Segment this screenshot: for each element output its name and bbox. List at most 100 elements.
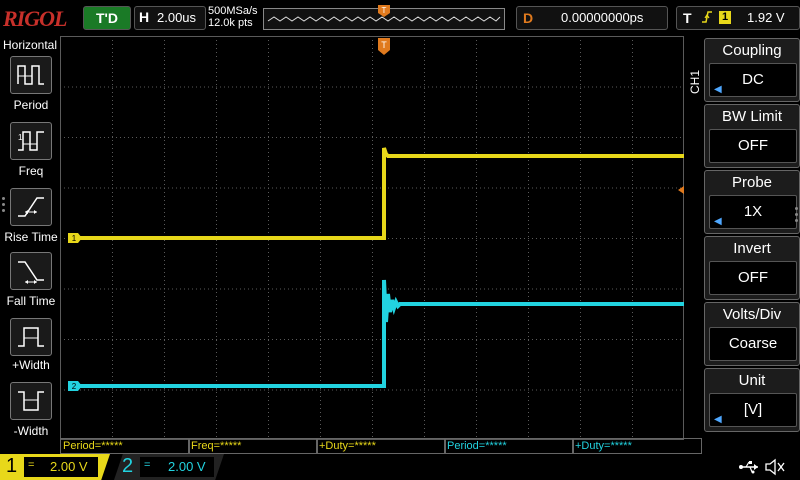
grid-dot — [548, 288, 549, 290]
grid-dot — [164, 144, 165, 145]
coupling-menu-item[interactable]: Coupling ◀ DC — [704, 38, 800, 102]
grid-dot — [216, 92, 217, 93]
grid-dot — [620, 187, 621, 189]
meas-ch1-period[interactable]: Period=***** — [60, 438, 190, 454]
grid-dot — [528, 240, 529, 241]
grid-dot — [372, 400, 373, 401]
trigger-readout[interactable]: T 1 1.92 V — [676, 6, 800, 30]
trigger-level-marker[interactable] — [678, 186, 684, 194]
unit-menu-item[interactable]: Unit ◀ [V] — [704, 368, 800, 432]
grid-dot — [468, 238, 469, 239]
grid-dot — [600, 339, 601, 340]
grid-dot — [112, 164, 113, 165]
bw-limit-menu-item[interactable]: BW Limit OFF — [704, 104, 800, 168]
grid-dot — [480, 238, 481, 239]
grid-dot — [648, 238, 649, 239]
grid-dot — [424, 328, 425, 329]
grid-dot — [180, 86, 181, 88]
grid-dot — [424, 137, 425, 138]
grid-dot — [632, 108, 633, 109]
grid-dot — [180, 339, 181, 340]
grid-dot — [476, 424, 477, 425]
grid-dot — [264, 288, 265, 290]
meas-ch2-duty[interactable]: +Duty=***** — [572, 438, 702, 454]
grid-dot — [268, 44, 269, 45]
ch2-offset-marker[interactable]: 2 — [68, 381, 82, 391]
grid-dot — [424, 320, 425, 321]
grid-dot — [216, 80, 217, 81]
meas-ch1-duty[interactable]: +Duty=***** — [316, 438, 446, 454]
grid-dot — [216, 224, 217, 225]
probe-menu-item[interactable]: Probe ◀ 1X — [704, 170, 800, 234]
measure-positive-width-button[interactable] — [10, 318, 52, 356]
measure-rise-time-button[interactable] — [10, 188, 52, 226]
grid-dot — [448, 288, 449, 290]
grid-dot — [428, 238, 429, 239]
grid-dot — [216, 68, 217, 69]
grid-dot — [100, 137, 101, 138]
ch2-status[interactable]: 2 = 2.00 V — [114, 454, 224, 480]
grid-dot — [112, 320, 113, 321]
grid-dot — [364, 137, 365, 138]
grid-dot — [632, 384, 633, 385]
grid-dot — [216, 52, 217, 53]
grid-dot — [528, 308, 529, 309]
grid-dot — [532, 238, 533, 239]
horizontal-delay-readout[interactable]: D 0.00000000ps — [516, 6, 668, 30]
grid-dot — [528, 436, 529, 437]
grid-dot — [344, 187, 345, 189]
grid-dot — [404, 288, 405, 290]
grid-dot — [580, 372, 581, 373]
grid-dot — [320, 112, 321, 113]
grid-dot — [60, 137, 61, 138]
grid-dot — [320, 316, 321, 317]
grid-dot — [672, 288, 673, 290]
ch1-status[interactable]: 1 = 2.00 V — [0, 454, 110, 480]
grid-dot — [320, 100, 321, 101]
grid-dot — [580, 352, 581, 353]
coupling-value: ◀ DC — [709, 63, 797, 97]
grid-dot — [520, 339, 521, 340]
measure-fall-time-button[interactable] — [10, 252, 52, 290]
grid-dot — [164, 112, 165, 113]
meas-ch1-freq[interactable]: Freq=***** — [188, 438, 318, 454]
grid-dot — [192, 339, 193, 340]
volts-div-menu-item[interactable]: Volts/Div Coarse — [704, 302, 800, 366]
grid-dot — [268, 68, 269, 69]
grid-dot — [608, 137, 609, 138]
grid-dot — [528, 368, 529, 369]
grid-dot — [580, 108, 581, 109]
grid-dot — [352, 389, 353, 391]
grid-dot — [472, 389, 473, 391]
grid-dot — [632, 296, 633, 297]
grid-dot — [580, 244, 581, 245]
grid-dot — [632, 348, 633, 349]
measure-freq-button[interactable]: 1 — [10, 122, 52, 160]
ch1-offset-marker[interactable]: 1 — [68, 233, 82, 243]
grid-dot — [320, 148, 321, 149]
speaker-muted-icon[interactable] — [764, 458, 786, 476]
timebase-readout[interactable]: H 2.00us — [134, 6, 206, 30]
grid-dot — [164, 416, 165, 417]
grid-dot — [228, 288, 229, 290]
run-status-badge[interactable]: T'D — [83, 6, 131, 30]
grid-dot — [528, 128, 529, 129]
grid-dot — [580, 236, 581, 237]
grid-dot — [580, 224, 581, 225]
measure-period-button[interactable] — [10, 56, 52, 94]
grid-dot — [224, 288, 225, 290]
grid-dot — [84, 339, 85, 340]
grid-dot — [216, 420, 217, 421]
meas-ch2-period[interactable]: Period=***** — [444, 438, 574, 454]
waveform-display[interactable]: T 1 2 — [60, 36, 684, 440]
invert-menu-item[interactable]: Invert OFF — [704, 236, 800, 300]
grid-dot — [268, 204, 269, 205]
grid-dot — [424, 272, 425, 273]
grid-dot — [216, 432, 217, 433]
grid-dot — [456, 288, 457, 290]
grid-dot — [680, 339, 681, 340]
trigger-time-marker[interactable]: T — [378, 38, 390, 55]
grid-dot — [432, 389, 433, 391]
measure-negative-width-button[interactable] — [10, 382, 52, 420]
grid-dot — [164, 328, 165, 329]
